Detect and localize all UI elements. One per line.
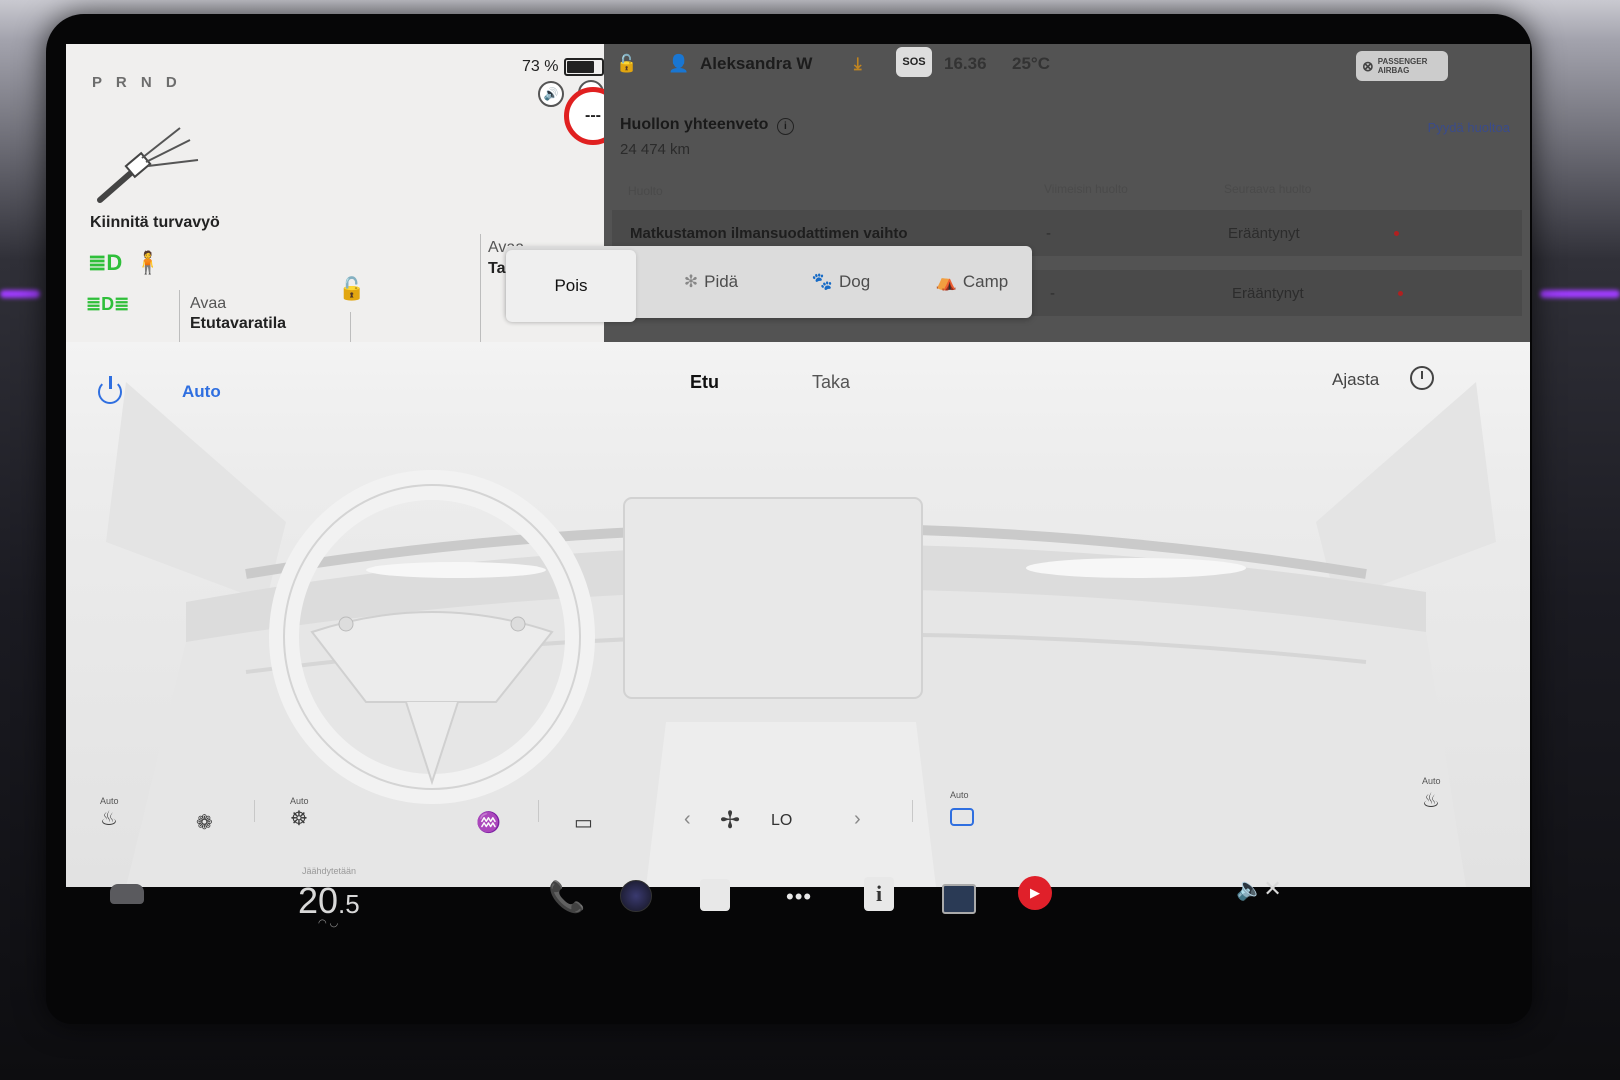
cabin-status: Jäähdytetään xyxy=(302,866,357,876)
last-service: - xyxy=(1050,285,1055,302)
outside-temperature: 25°C xyxy=(1012,54,1050,73)
app-window-icon[interactable] xyxy=(942,884,976,914)
front-defrost-icon[interactable]: ♒ xyxy=(476,810,501,835)
last-service: - xyxy=(1046,225,1051,242)
fog-light-icon: ≣D≣ xyxy=(86,294,130,314)
lock-icon[interactable]: 🔓 xyxy=(616,54,637,74)
cabin-temperature[interactable]: 20.5 xyxy=(298,880,360,922)
speaker-icon[interactable]: 🔊 xyxy=(538,81,564,107)
profile-name[interactable]: Aleksandra W xyxy=(700,54,812,74)
auto-label: Auto xyxy=(100,796,119,806)
auto-climate-button[interactable]: Auto xyxy=(182,382,221,402)
divider xyxy=(254,800,255,822)
battery-status: 73 % xyxy=(522,58,610,76)
auto-label: Auto xyxy=(290,796,309,806)
overdue-dot xyxy=(1398,291,1403,296)
request-service-link[interactable]: Pyydä huoltoa xyxy=(1428,120,1510,135)
service-name: Matkustamon ilmansuodattimen vaihto xyxy=(630,225,908,242)
seat-heat-status-icon: ◠ ◡ xyxy=(318,918,339,929)
driver-seat-heat-icon[interactable]: ♨ xyxy=(100,806,118,831)
download-icon[interactable]: ⤓ xyxy=(854,54,862,74)
camera-icon[interactable] xyxy=(620,880,652,912)
fan-icon: ✻ xyxy=(683,272,699,291)
unlock-icon[interactable]: 🔓 xyxy=(338,276,365,302)
tent-icon: ⛺ xyxy=(935,272,957,291)
seatbelt-icon xyxy=(97,127,199,203)
column-header: Huolto xyxy=(628,184,663,198)
divider xyxy=(912,800,913,822)
auto-label: Auto xyxy=(1422,776,1441,786)
cabin-illustration xyxy=(106,382,1496,887)
gear-indicator: P R N D xyxy=(92,74,182,91)
mode-camp[interactable]: ⛺ Camp xyxy=(914,246,1030,318)
next-service: Erääntynyt xyxy=(1228,225,1300,242)
overdue-dot xyxy=(1394,231,1399,236)
auto-label: Auto xyxy=(950,790,969,800)
next-service: Erääntynyt xyxy=(1232,285,1304,302)
tab-front[interactable]: Etu xyxy=(690,372,719,393)
divider xyxy=(538,800,539,822)
mode-off[interactable]: Pois xyxy=(506,250,636,322)
schedule-button[interactable]: Ajasta xyxy=(1332,370,1379,390)
phone-icon[interactable]: 📞 xyxy=(548,880,585,915)
climate-mode-selector: Pois ✻ Pidä 🐾 Dog ⛺ Camp xyxy=(506,246,1032,322)
clock-time: 16.36 xyxy=(944,54,987,73)
car-icon[interactable] xyxy=(110,884,144,904)
low-beam-icon: ≣D xyxy=(88,250,123,275)
ambient-light-right xyxy=(1540,290,1620,298)
column-header: Viimeisin huolto xyxy=(1044,182,1128,196)
clock-icon[interactable] xyxy=(1410,366,1434,390)
recirculation-icon[interactable] xyxy=(950,808,974,826)
info-icon[interactable]: i xyxy=(776,118,794,135)
calendar-icon[interactable] xyxy=(700,879,730,911)
seatbelt-warning-icon: 🧍 xyxy=(134,250,162,275)
seatbelt-warning: Kiinnitä turvavyö xyxy=(90,214,220,231)
fan-icon: ✢ xyxy=(720,807,741,834)
power-icon-bar xyxy=(109,376,112,389)
mode-dog[interactable]: 🐾 Dog xyxy=(786,246,896,318)
passenger-seat-heat-icon[interactable]: ♨ xyxy=(1422,788,1440,813)
service-table-header: Huolto Viimeisin huolto Seuraava huolto xyxy=(604,176,1530,204)
battery-icon xyxy=(564,58,605,76)
status-bar: 🔓 👤 Aleksandra W ⤓ SOS 16.36 25°C ⊗ PASS… xyxy=(604,44,1530,84)
service-title: Huollon yhteenveto i xyxy=(620,116,794,135)
youtube-icon[interactable]: ▶ xyxy=(1018,876,1052,910)
mute-icon[interactable]: 🔈✕ xyxy=(1236,876,1282,902)
frunk-button[interactable]: Avaa Etutavaratila xyxy=(190,294,286,334)
tab-rear[interactable]: Taka xyxy=(812,372,850,393)
battery-percent: 73 % xyxy=(522,58,559,75)
rear-defrost-icon[interactable]: ▭ xyxy=(574,810,593,835)
climate-panel: Auto Etu Taka Ajasta Auto ♨ ❁ Auto ☸ ♒ ▭… xyxy=(66,342,1530,887)
profile-icon[interactable]: 👤 xyxy=(668,54,689,74)
fan-increase-icon[interactable]: › xyxy=(854,808,861,831)
steering-wheel-heat-icon[interactable]: ☸ xyxy=(290,806,308,831)
manual-icon[interactable]: i xyxy=(864,877,894,911)
airbag-icon: ⊗ xyxy=(1362,57,1374,74)
divider xyxy=(480,234,481,356)
paw-icon: 🐾 xyxy=(811,272,833,291)
seat-ventilation-icon[interactable]: ❁ xyxy=(196,810,213,835)
ambient-light-left xyxy=(0,290,40,298)
more-apps-icon[interactable]: ••• xyxy=(786,884,812,910)
mode-keep[interactable]: ✻ Pidä xyxy=(656,246,766,318)
odometer: 24 474 km xyxy=(620,141,691,158)
fan-speed: LO xyxy=(771,812,793,829)
sos-button[interactable]: SOS xyxy=(896,47,932,77)
touchscreen: P R N D 73 % 🔊 ⚠ --- Kiinnitä turvavyö ≣… xyxy=(66,44,1530,887)
fan-decrease-icon[interactable]: ‹ xyxy=(684,808,691,831)
passenger-airbag-indicator: ⊗ PASSENGER AIRBAG xyxy=(1356,51,1448,81)
column-header: Seuraava huolto xyxy=(1224,182,1312,196)
